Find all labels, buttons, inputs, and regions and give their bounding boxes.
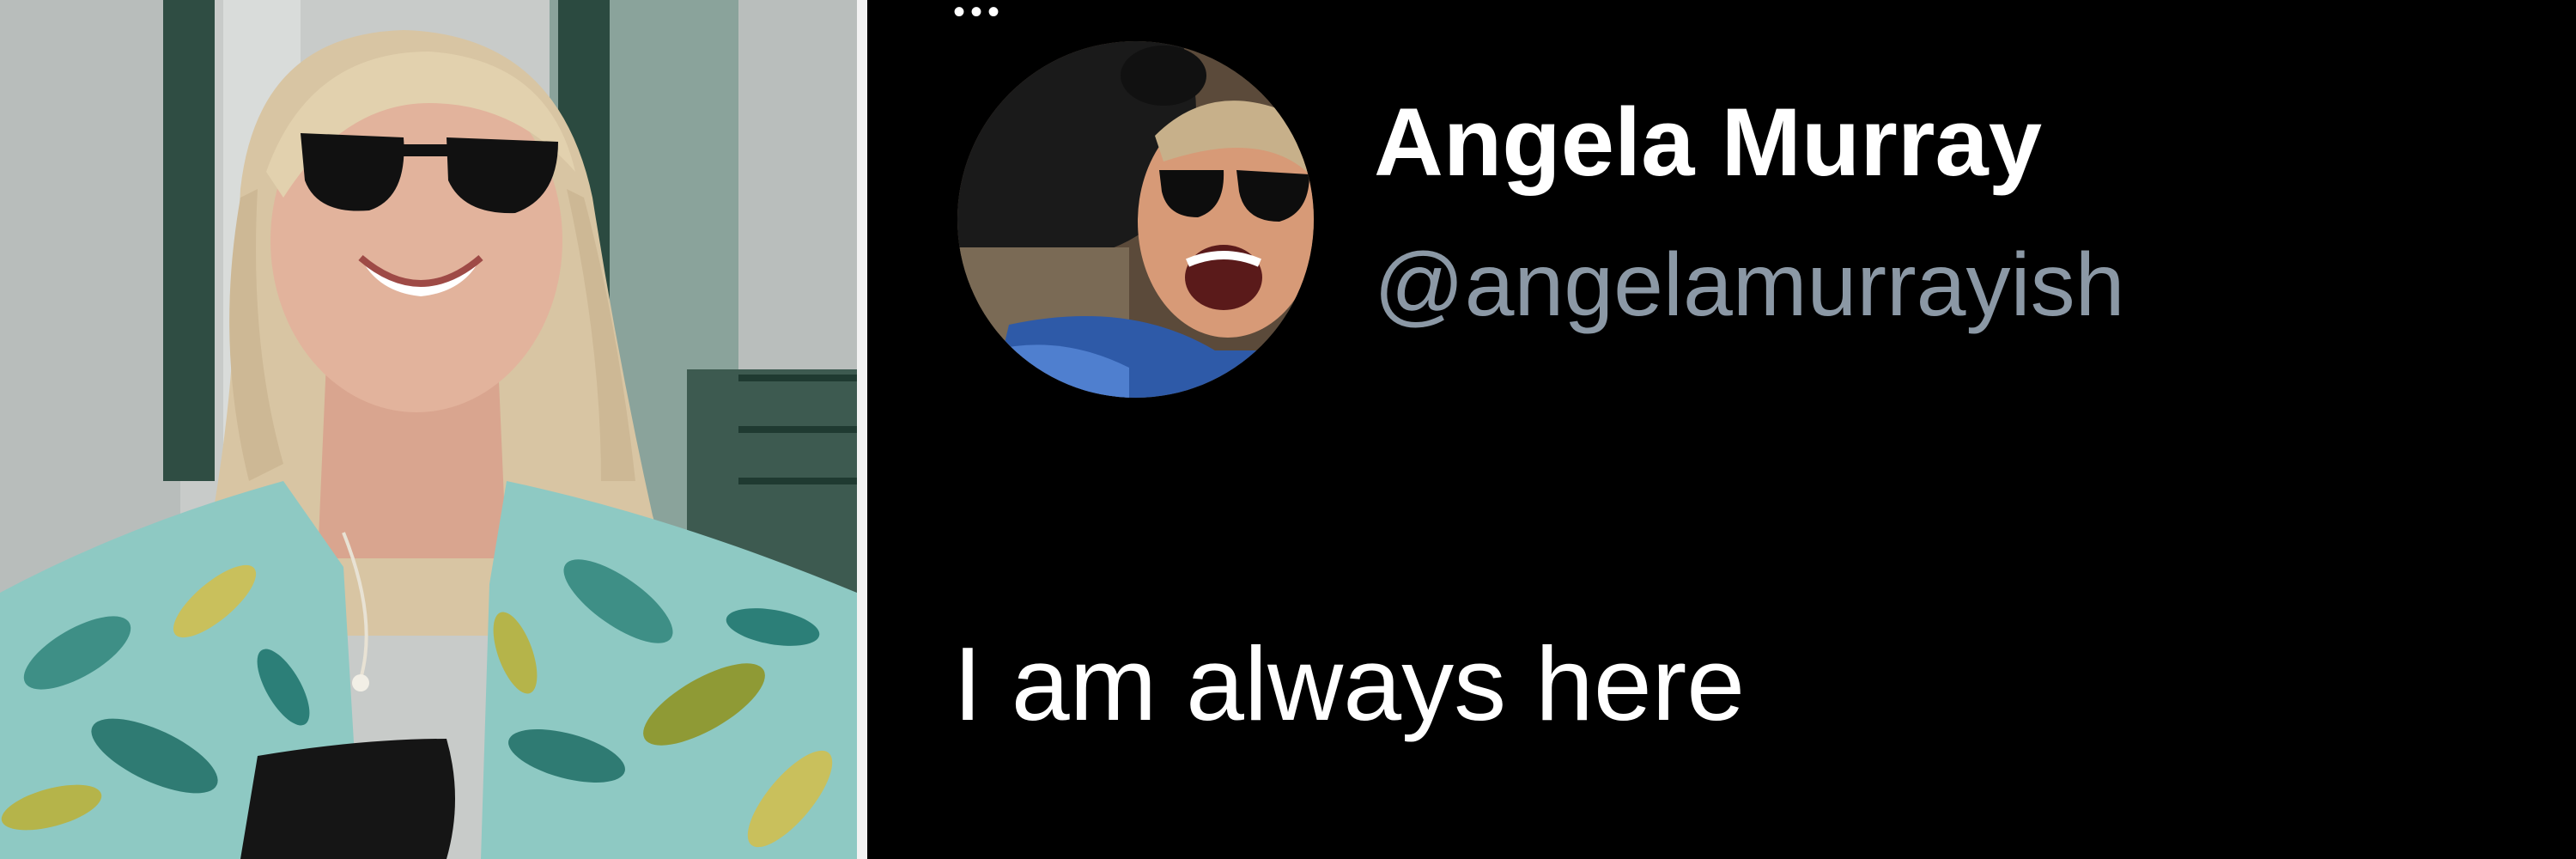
author-display-name[interactable]: Angela Murray xyxy=(1374,94,2042,191)
screenshot-canvas: ••• Angela Murray @angelamurrayish I am … xyxy=(0,0,2576,859)
ellipsis-icon: ••• xyxy=(953,0,1005,31)
panel-divider xyxy=(857,0,867,859)
avatar-photo xyxy=(957,41,1314,398)
tweet-card: ••• Angela Murray @angelamurrayish I am … xyxy=(867,0,2576,859)
author-avatar[interactable] xyxy=(957,41,1314,398)
tweet-body-text: I am always here xyxy=(953,625,1746,742)
woman-photo xyxy=(0,0,857,859)
profile-photo-panel xyxy=(0,0,857,859)
author-handle[interactable]: @angelamurrayish xyxy=(1374,241,2124,330)
